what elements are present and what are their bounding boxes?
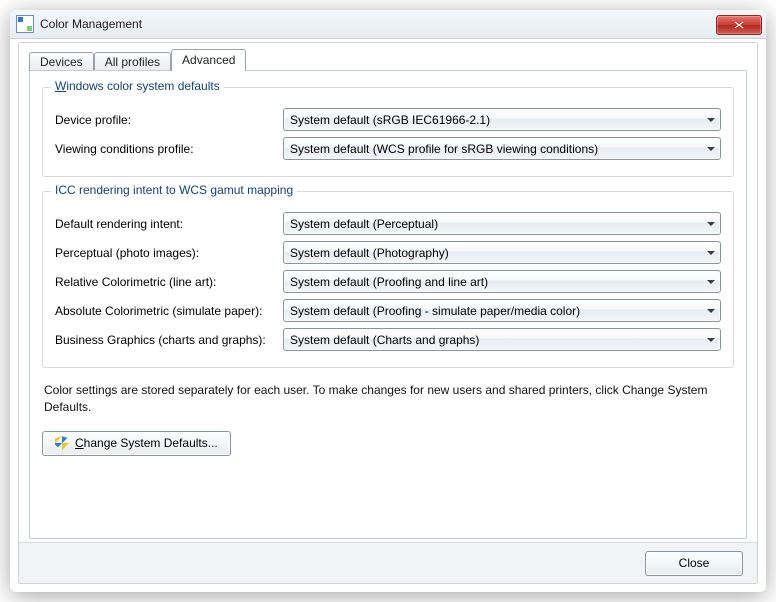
combo-business[interactable]: System default (Charts and graphs) bbox=[283, 328, 721, 351]
app-icon bbox=[16, 15, 34, 33]
combo-device-profile[interactable]: System default (sRGB IEC61966-2.1) bbox=[283, 108, 721, 131]
label-device-profile: Device profile: bbox=[55, 113, 283, 127]
chevron-down-icon bbox=[702, 242, 720, 263]
titlebar[interactable]: Color Management bbox=[10, 10, 766, 39]
combo-perceptual[interactable]: System default (Photography) bbox=[283, 241, 721, 264]
group-legend-icc: ICC rendering intent to WCS gamut mappin… bbox=[51, 183, 297, 197]
group-icc-rendering: ICC rendering intent to WCS gamut mappin… bbox=[42, 191, 734, 368]
chevron-down-icon bbox=[702, 213, 720, 234]
window-frame: Color Management Devices All profiles Ad… bbox=[10, 10, 766, 592]
close-button[interactable]: Close bbox=[645, 551, 743, 576]
close-icon bbox=[734, 21, 744, 29]
note-text: Color settings are stored separately for… bbox=[44, 382, 732, 417]
combo-default-intent[interactable]: System default (Perceptual) bbox=[283, 212, 721, 235]
chevron-down-icon bbox=[702, 300, 720, 321]
bottom-bar: Close bbox=[19, 542, 757, 583]
label-absolute: Absolute Colorimetric (simulate paper): bbox=[55, 304, 283, 318]
label-relative: Relative Colorimetric (line art): bbox=[55, 275, 283, 289]
window-title: Color Management bbox=[40, 17, 716, 31]
window-close-button[interactable] bbox=[716, 15, 762, 35]
tab-all-profiles[interactable]: All profiles bbox=[94, 52, 171, 72]
chevron-down-icon bbox=[702, 138, 720, 159]
tab-advanced[interactable]: Advanced bbox=[171, 49, 246, 71]
group-legend-windows-defaults: Windows color system defaults bbox=[51, 79, 224, 93]
label-perceptual: Perceptual (photo images): bbox=[55, 246, 283, 260]
combo-relative[interactable]: System default (Proofing and line art) bbox=[283, 270, 721, 293]
chevron-down-icon bbox=[702, 271, 720, 292]
group-windows-color-defaults: Windows color system defaults Device pro… bbox=[42, 87, 734, 177]
chevron-down-icon bbox=[702, 109, 720, 130]
chevron-down-icon bbox=[702, 329, 720, 350]
label-viewing-conditions: Viewing conditions profile: bbox=[55, 142, 283, 156]
tab-devices[interactable]: Devices bbox=[29, 52, 94, 72]
label-default-intent: Default rendering intent: bbox=[55, 217, 283, 231]
combo-viewing-conditions[interactable]: System default (WCS profile for sRGB vie… bbox=[283, 137, 721, 160]
client-area: Devices All profiles Advanced Windows co… bbox=[18, 42, 758, 584]
tab-strip: Devices All profiles Advanced bbox=[29, 49, 246, 71]
tabpage-advanced: Windows color system defaults Device pro… bbox=[29, 70, 747, 539]
label-business: Business Graphics (charts and graphs): bbox=[55, 333, 283, 347]
change-system-defaults-button[interactable]: Change System Defaults... bbox=[42, 431, 231, 456]
shield-icon bbox=[55, 436, 69, 450]
combo-absolute[interactable]: System default (Proofing - simulate pape… bbox=[283, 299, 721, 322]
